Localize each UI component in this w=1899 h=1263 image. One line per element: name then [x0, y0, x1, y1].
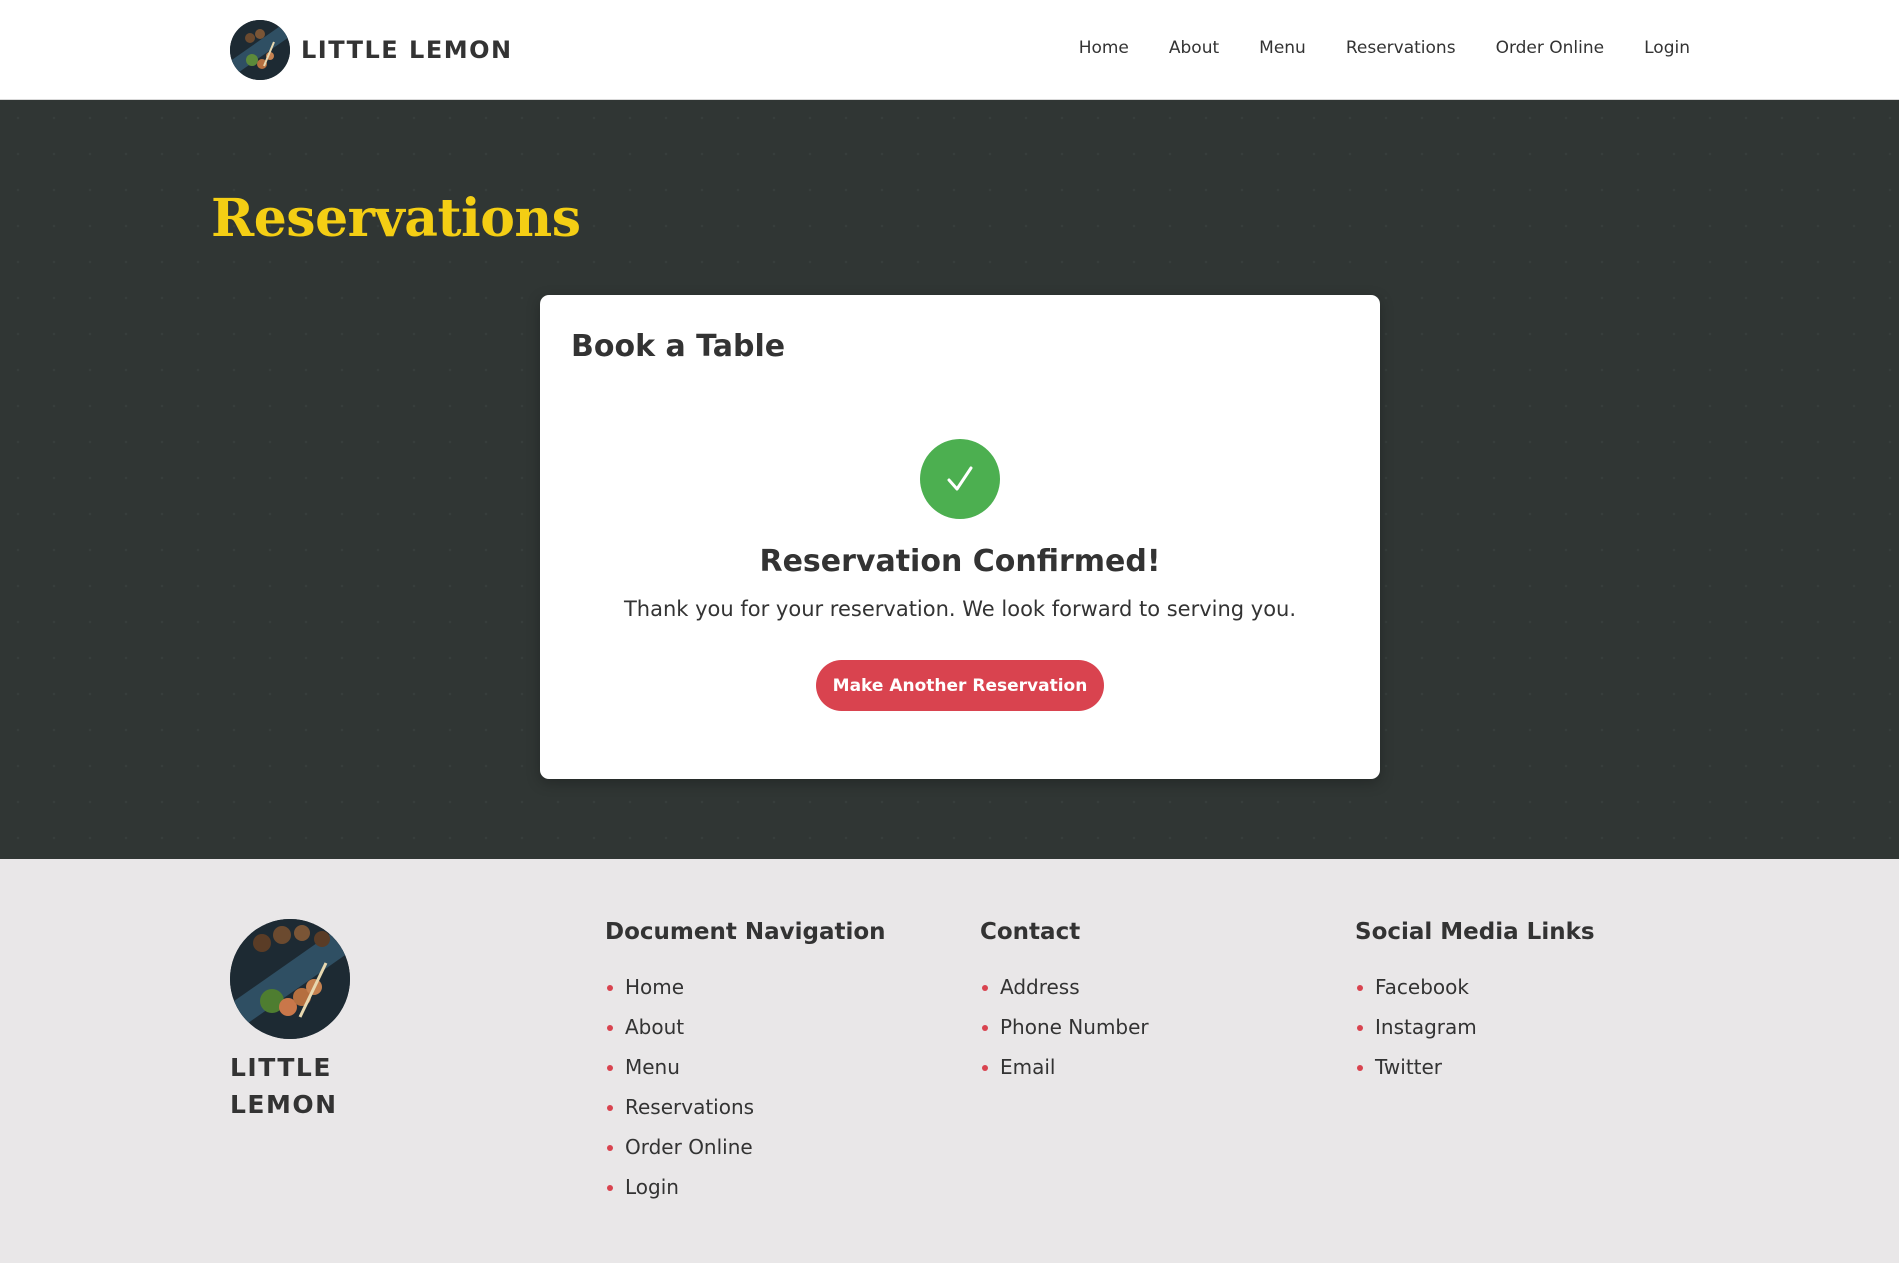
brand-name: LITTLE LEMON	[301, 36, 513, 64]
site-header: LITTLE LEMON Home About Menu Reservation…	[0, 0, 1899, 100]
footer-doc-nav: Document Navigation Home About Menu Rese…	[605, 919, 886, 1207]
card-title: Book a Table	[571, 329, 786, 364]
contact-phone[interactable]: Phone Number	[980, 1007, 1149, 1047]
doc-nav-heading: Document Navigation	[605, 919, 886, 945]
confirmation-title: Reservation Confirmed!	[759, 544, 1161, 579]
contact-email[interactable]: Email	[980, 1047, 1149, 1087]
booking-card: Book a Table Reservation Confirmed! Than…	[540, 295, 1380, 779]
make-another-reservation-button[interactable]: Make Another Reservation	[816, 660, 1104, 711]
footer-link-login[interactable]: Login	[605, 1167, 886, 1207]
reservations-section: Reservations Book a Table Reservation Co…	[0, 100, 1899, 859]
contact-address[interactable]: Address	[980, 967, 1149, 1007]
footer-link-reservations[interactable]: Reservations	[605, 1087, 886, 1127]
main-nav: Home About Menu Reservations Order Onlin…	[1039, 38, 1690, 58]
social-heading: Social Media Links	[1355, 919, 1595, 945]
nav-about[interactable]: About	[1169, 38, 1219, 58]
social-instagram[interactable]: Instagram	[1355, 1007, 1595, 1047]
check-icon	[920, 439, 1000, 519]
footer-contact: Contact Address Phone Number Email	[980, 919, 1149, 1087]
site-footer: LITTLE LEMON Document Navigation Home Ab…	[0, 859, 1899, 1263]
footer-logo-image	[230, 919, 350, 1039]
social-facebook[interactable]: Facebook	[1355, 967, 1595, 1007]
header-logo-link[interactable]: LITTLE LEMON	[230, 20, 513, 80]
page-title: Reservations	[211, 188, 581, 249]
nav-order-online[interactable]: Order Online	[1496, 38, 1605, 58]
confirmation-message: Thank you for your reservation. We look …	[623, 597, 1297, 621]
footer-social: Social Media Links Facebook Instagram Tw…	[1355, 919, 1595, 1087]
footer-link-order-online[interactable]: Order Online	[605, 1127, 886, 1167]
nav-home[interactable]: Home	[1079, 38, 1129, 58]
footer-brand-line1: LITTLE	[230, 1053, 332, 1082]
footer-link-about[interactable]: About	[605, 1007, 886, 1047]
footer-link-home[interactable]: Home	[605, 967, 886, 1007]
nav-login[interactable]: Login	[1644, 38, 1690, 58]
nav-menu[interactable]: Menu	[1259, 38, 1306, 58]
nav-reservations[interactable]: Reservations	[1346, 38, 1456, 58]
footer-brand-line2: LEMON	[230, 1090, 338, 1119]
logo-image	[230, 20, 290, 80]
footer-link-menu[interactable]: Menu	[605, 1047, 886, 1087]
contact-heading: Contact	[980, 919, 1081, 945]
footer-brand: LITTLE LEMON	[230, 1049, 390, 1123]
social-twitter[interactable]: Twitter	[1355, 1047, 1595, 1087]
